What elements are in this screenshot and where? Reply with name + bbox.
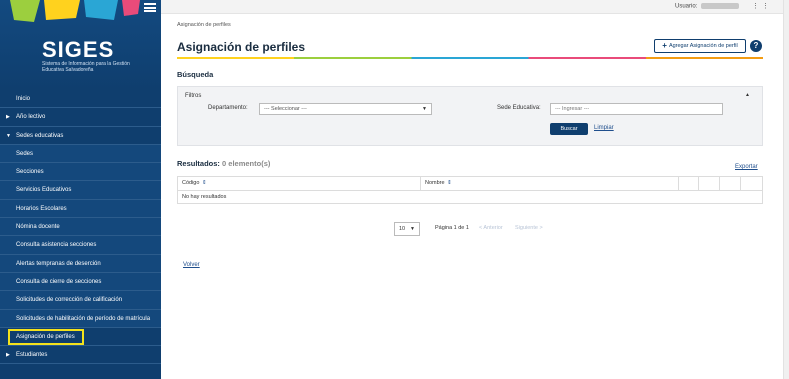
sidebar-item-label: Estudiantes xyxy=(16,352,48,359)
clear-link[interactable]: Limpiar xyxy=(594,125,614,131)
sidebar: SIGES Sistema de Información para la Ges… xyxy=(0,0,161,379)
user-name-redacted xyxy=(701,3,739,9)
user-menu-dots-icon[interactable]: ⋮ xyxy=(752,2,759,10)
sidebar-menu: Inicio ▶ Año lectivo ▼ Sedes educativas Sedes… xyxy=(0,90,161,365)
department-select[interactable]: --- Seleccionar --- ▼ xyxy=(259,103,432,115)
sidebar-item-label: Solicitudes de corrección de calificació… xyxy=(16,297,123,304)
top-bar: Usuario: ⋮ ⋮ xyxy=(161,0,789,14)
sidebar-item-label: Sedes xyxy=(16,150,34,157)
results-label: Resultados: xyxy=(177,159,220,168)
column-header-action-2 xyxy=(699,177,720,190)
sidebar-item-solicitudes-de-habilitacion-de-periodo-de-matricula[interactable]: Solicitudes de habilitación de período d… xyxy=(0,309,161,328)
help-icon[interactable]: ? xyxy=(750,40,762,52)
department-label: Departamento: xyxy=(208,105,248,111)
sidebar-item-label: Alertas tempranas de deserción xyxy=(16,260,101,267)
column-label: Nombre xyxy=(425,180,445,186)
sidebar-item-sedes[interactable]: Sedes xyxy=(0,144,161,164)
page-size-select[interactable]: 10 ▼ xyxy=(394,222,420,236)
sidebar-item-horarios-escolares[interactable]: Horarios Escolares xyxy=(0,199,161,219)
sidebar-item-label: Consulta asistencia secciones xyxy=(16,242,97,249)
next-page-link[interactable]: Siguiente > xyxy=(515,225,543,231)
column-label: Código xyxy=(182,180,200,186)
chevron-right-icon: ▶ xyxy=(6,352,10,359)
filters-panel: Filtros ▲ Departamento: --- Seleccionar … xyxy=(177,86,763,146)
filters-title[interactable]: Filtros xyxy=(185,93,201,99)
sidebar-item-label: Horarios Escolares xyxy=(16,205,67,212)
empty-results-row: No hay resultados xyxy=(182,194,227,200)
breadcrumb: Asignación de perfiles xyxy=(177,22,231,28)
sidebar-item-label: Solicitudes de habilitación de período d… xyxy=(16,315,151,322)
sidebar-item-consulta-asistencia-secciones[interactable]: Consulta asistencia secciones xyxy=(0,236,161,255)
page-info: Página 1 de 1 xyxy=(435,225,469,231)
page-title: Asignación de perfiles xyxy=(177,40,306,54)
sort-icon[interactable]: ⇕ xyxy=(202,180,207,186)
user-info[interactable]: Usuario: xyxy=(675,3,739,10)
user-label: Usuario: xyxy=(674,3,698,10)
logo-shapes xyxy=(10,0,140,22)
sidebar-item-servicios-educativos[interactable]: Servicios Educativos xyxy=(0,181,161,200)
pagination: 10 ▼ Página 1 de 1 < Anterior Siguiente … xyxy=(394,222,574,236)
logo-title: SIGES xyxy=(42,37,115,62)
sidebar-item-label: Consulta de cierre de secciones xyxy=(16,278,102,285)
column-header-action-3 xyxy=(720,177,741,190)
sidebar-item-inicio[interactable]: Inicio xyxy=(0,90,161,109)
plus-icon: + xyxy=(662,41,667,50)
sidebar-item-estudiantes[interactable]: ▶ Estudiantes xyxy=(0,346,161,365)
title-color-stripe xyxy=(177,57,763,59)
table-header: Código ⇕ Nombre ⇕ xyxy=(178,177,762,191)
search-section-title: Búsqueda xyxy=(177,70,214,79)
previous-page-link[interactable]: < Anterior xyxy=(479,225,503,231)
sidebar-item-label: Secciones xyxy=(16,169,44,176)
add-profile-assignment-button[interactable]: + Agregar Asignación de perfil xyxy=(654,39,746,53)
dropdown-arrow-icon: ▼ xyxy=(422,106,427,112)
sort-icon[interactable]: ⇕ xyxy=(447,180,452,186)
sidebar-item-sedes-educativas[interactable]: ▼ Sedes educativas xyxy=(0,126,161,145)
app-menu-dots-icon[interactable]: ⋮ xyxy=(762,2,769,10)
sidebar-item-label: Nómina docente xyxy=(16,224,60,231)
vertical-scrollbar[interactable] xyxy=(783,0,789,379)
export-link[interactable]: Exportar xyxy=(735,164,758,170)
search-button[interactable]: Buscar xyxy=(550,123,588,135)
add-button-label: Agregar Asignación de perfil xyxy=(668,43,738,49)
sidebar-item-ano-lectivo[interactable]: ▶ Año lectivo xyxy=(0,108,161,127)
results-header: Resultados: 0 elemento(s) xyxy=(177,159,270,168)
collapse-caret-icon[interactable]: ▲ xyxy=(745,92,750,98)
sidebar-item-alertas-tempranas-de-desercion[interactable]: Alertas tempranas de deserción xyxy=(0,254,161,273)
department-select-value: --- Seleccionar --- xyxy=(264,106,307,112)
back-link[interactable]: Volver xyxy=(183,262,200,268)
sidebar-item-secciones[interactable]: Secciones xyxy=(0,163,161,182)
sidebar-item-label: Inicio xyxy=(16,96,31,102)
sidebar-item-solicitudes-de-correccion-de-calificacion[interactable]: Solicitudes de corrección de calificació… xyxy=(0,291,161,310)
results-table: Código ⇕ Nombre ⇕ No hay resultados xyxy=(177,176,763,204)
logo-area: SIGES Sistema de Información para la Ges… xyxy=(0,0,161,90)
logo-subtitle: Sistema de Información para la Gestión E… xyxy=(42,61,130,73)
sidebar-item-label: Servicios Educativos xyxy=(16,187,72,194)
app-window: SIGES Sistema de Información para la Ges… xyxy=(0,0,789,379)
sede-input[interactable]: --- Ingresar --- xyxy=(550,103,723,115)
column-header-action-1 xyxy=(679,177,699,190)
sidebar-item-consulta-de-cierre-de-secciones[interactable]: Consulta de cierre de secciones xyxy=(0,272,161,292)
chevron-right-icon: ▶ xyxy=(6,114,10,121)
sidebar-item-label: Asignación de perfiles xyxy=(16,333,75,340)
sidebar-item-label: Sedes educativas xyxy=(16,132,64,139)
column-header-nombre[interactable]: Nombre ⇕ xyxy=(421,177,679,190)
page-size-value: 10 xyxy=(399,226,406,232)
sidebar-item-label: Año lectivo xyxy=(16,114,46,121)
column-header-codigo[interactable]: Código ⇕ xyxy=(178,177,421,190)
dropdown-arrow-icon: ▼ xyxy=(410,226,415,232)
hamburger-menu-icon[interactable] xyxy=(144,3,156,12)
sidebar-item-nomina-docente[interactable]: Nómina docente xyxy=(0,218,161,237)
sidebar-item-asignacion-de-perfiles[interactable]: Asignación de perfiles xyxy=(0,327,161,347)
chevron-down-icon: ▼ xyxy=(6,132,11,139)
results-count: 0 elemento(s) xyxy=(222,159,271,168)
sede-label: Sede Educativa: xyxy=(497,105,541,111)
